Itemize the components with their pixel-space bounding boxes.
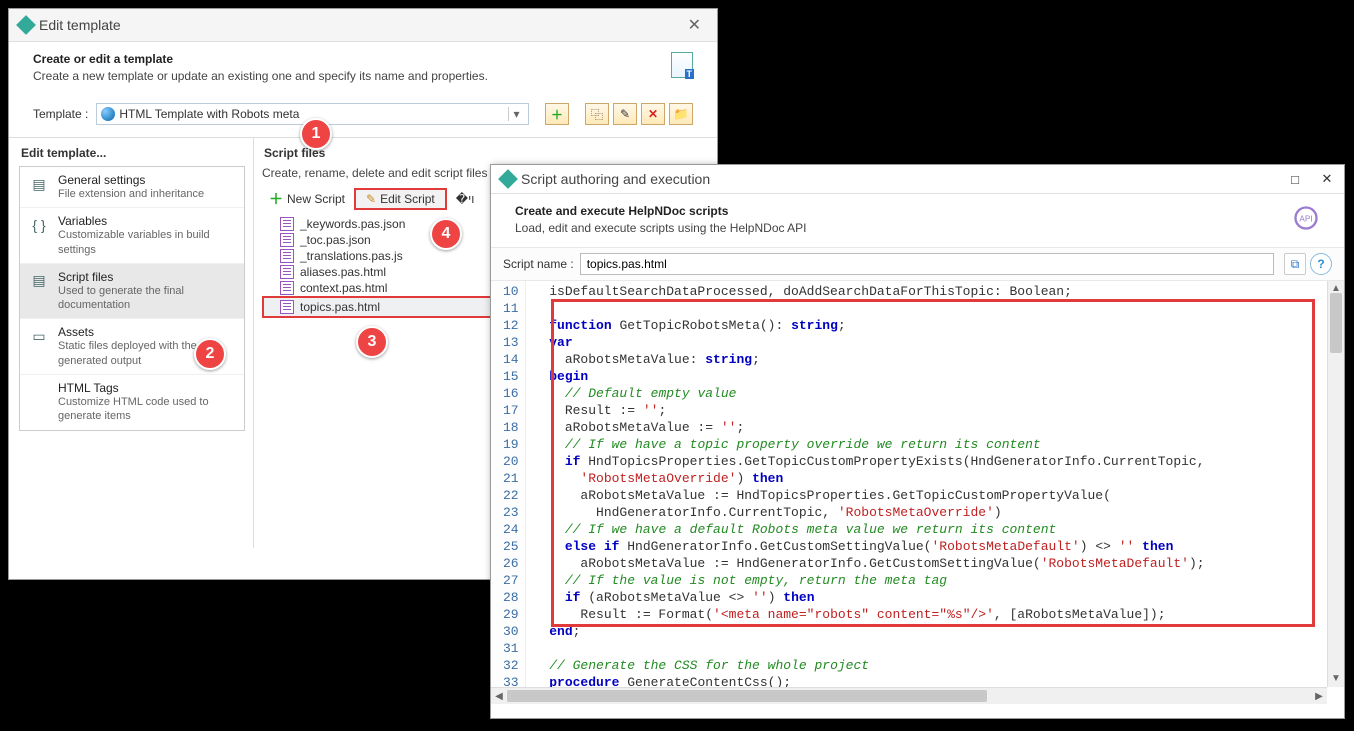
callout-3: 3	[356, 326, 388, 358]
close-icon[interactable]: ✕	[682, 15, 707, 35]
category-icon	[28, 381, 50, 403]
category-title: Script files	[58, 270, 236, 284]
left-heading: Edit template...	[21, 146, 245, 160]
script-authoring-window: Script authoring and execution □ ✕ Creat…	[490, 164, 1345, 719]
callout-1: 1	[300, 118, 332, 150]
close-icon[interactable]: ✕	[1320, 172, 1334, 186]
chevron-down-icon[interactable]: ▾	[508, 107, 524, 121]
header-title: Create and execute HelpNDoc scripts	[515, 204, 1292, 218]
vertical-scrollbar[interactable]: ▲ ▼	[1327, 281, 1344, 687]
script-name-row: Script name : ⧉ ?	[491, 247, 1344, 281]
app-icon	[16, 15, 36, 35]
scroll-right-icon[interactable]: ▶	[1311, 688, 1327, 704]
file-name: topics.pas.html	[300, 300, 380, 314]
rename-script-button[interactable]: �וי	[449, 189, 482, 209]
rename-template-button[interactable]: ✎	[613, 103, 637, 125]
category-item-2[interactable]: ▤ Script filesUsed to generate the final …	[20, 264, 244, 320]
window-title: Script authoring and execution	[521, 171, 1288, 187]
pencil-icon: ✎	[366, 192, 376, 206]
file-name: _toc.pas.json	[300, 233, 371, 247]
file-icon	[280, 265, 294, 279]
category-sub: Customize HTML code used to generate ite…	[58, 395, 236, 424]
category-title: General settings	[58, 173, 204, 187]
run-script-button[interactable]: ⧉	[1284, 253, 1306, 275]
code-area[interactable]: isDefaultSearchDataProcessed, doAddSearc…	[526, 281, 1344, 704]
delete-template-button[interactable]: ✕	[641, 103, 665, 125]
copy-template-button[interactable]: ⿻	[585, 103, 609, 125]
category-icon: ▭	[28, 325, 50, 347]
help-button[interactable]: ?	[1310, 253, 1332, 275]
plus-icon: ＋	[269, 189, 283, 209]
category-item-0[interactable]: ▤ General settingsFile extension and inhe…	[20, 167, 244, 208]
line-gutter: 1011121314151617181920212223242526272829…	[491, 281, 526, 704]
category-title: HTML Tags	[58, 381, 236, 395]
file-name: aliases.pas.html	[300, 265, 386, 279]
header-block: Create and execute HelpNDoc scripts Load…	[491, 194, 1344, 247]
scroll-thumb[interactable]	[507, 690, 987, 702]
category-icon: ▤	[28, 173, 50, 195]
category-icon: ▤	[28, 270, 50, 292]
scroll-down-icon[interactable]: ▼	[1328, 671, 1344, 687]
file-icon	[280, 300, 294, 314]
api-gear-icon: API	[1292, 204, 1320, 232]
add-template-button[interactable]: ＋	[545, 103, 569, 125]
scroll-left-icon[interactable]: ◀	[491, 688, 507, 704]
template-row: Template : HTML Template with Robots met…	[9, 95, 717, 138]
globe-icon	[101, 107, 115, 121]
category-sub: File extension and inheritance	[58, 187, 204, 201]
file-icon	[280, 281, 294, 295]
category-sub: Customizable variables in build settings	[58, 228, 236, 257]
category-item-4[interactable]: HTML TagsCustomize HTML code used to gen…	[20, 375, 244, 430]
file-name: _translations.pas.js	[300, 249, 403, 263]
script-name-input[interactable]	[580, 253, 1274, 275]
titlebar[interactable]: Edit template ✕	[9, 9, 717, 42]
category-sub: Used to generate the final documentation	[58, 284, 236, 313]
horizontal-scrollbar[interactable]: ◀ ▶	[491, 687, 1327, 704]
template-icon	[671, 52, 693, 78]
category-icon: { }	[28, 214, 50, 236]
header-subtitle: Load, edit and execute scripts using the…	[515, 221, 1292, 235]
svg-text:API: API	[1299, 215, 1312, 224]
category-item-1[interactable]: { } VariablesCustomizable variables in bu…	[20, 208, 244, 264]
new-script-button[interactable]: ＋New Script	[262, 186, 352, 212]
code-editor[interactable]: 1011121314151617181920212223242526272829…	[491, 281, 1344, 704]
right-heading: Script files	[264, 146, 709, 160]
file-icon	[280, 217, 294, 231]
template-label: Template :	[33, 107, 88, 121]
header-title: Create or edit a template	[33, 52, 671, 66]
callout-4: 4	[430, 218, 462, 250]
file-name: context.pas.html	[300, 281, 387, 295]
maximize-icon[interactable]: □	[1288, 172, 1302, 186]
category-title: Variables	[58, 214, 236, 228]
open-folder-button[interactable]: 📁	[669, 103, 693, 125]
header-subtitle: Create a new template or update an exist…	[33, 69, 671, 83]
titlebar[interactable]: Script authoring and execution □ ✕	[491, 165, 1344, 194]
script-name-label: Script name :	[503, 257, 574, 271]
app-icon	[498, 169, 518, 189]
edit-script-button[interactable]: ✎Edit Script	[354, 188, 447, 210]
header-block: Create or edit a template Create a new t…	[9, 42, 717, 95]
callout-2: 2	[194, 338, 226, 370]
scroll-thumb[interactable]	[1330, 293, 1342, 353]
window-title: Edit template	[39, 17, 682, 33]
file-name: _keywords.pas.json	[300, 217, 405, 231]
file-icon	[280, 249, 294, 263]
file-icon	[280, 233, 294, 247]
